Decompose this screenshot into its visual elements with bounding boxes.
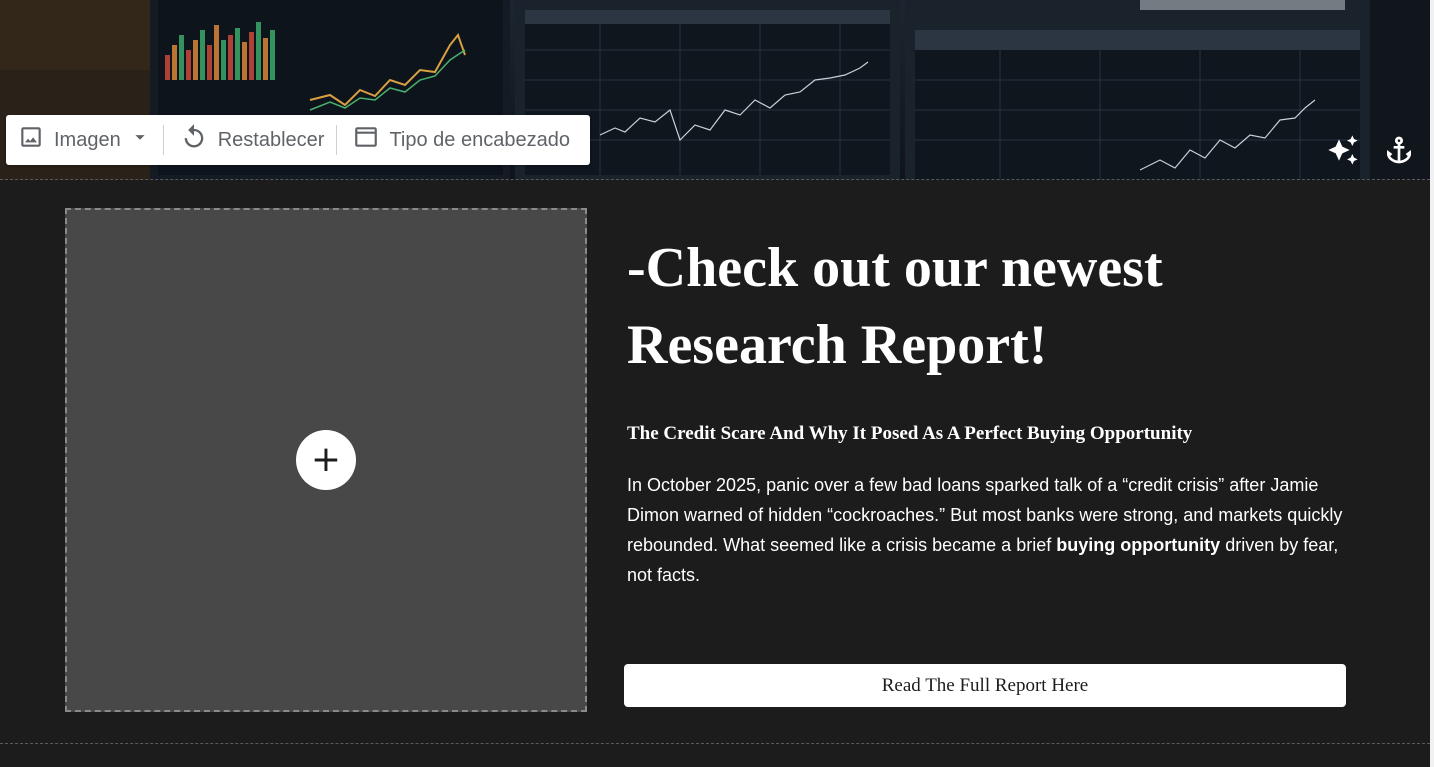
anchor-icon[interactable] (1383, 134, 1415, 166)
page-edge (1430, 0, 1434, 767)
banner-divider (0, 179, 1430, 180)
add-image-button[interactable]: + (296, 430, 356, 490)
report-subtitle: The Credit Scare And Why It Posed As A P… (627, 423, 1193, 444)
image-menu-label: Imagen (54, 128, 121, 151)
image-menu-button[interactable]: Imagen (6, 115, 163, 165)
read-report-button[interactable]: Read The Full Report Here (624, 664, 1346, 707)
image-toolbar: Imagen Restablecer Tipo de encabezado (6, 115, 590, 165)
read-report-label: Read The Full Report Here (881, 674, 1089, 696)
description-bold-text: buying opportunity (1056, 535, 1221, 555)
reset-button[interactable]: Restablecer (164, 115, 337, 165)
section-divider (0, 743, 1430, 744)
page-title: -Check out our newest Research Report! (627, 237, 1163, 376)
report-description: In October 2025, panic over a few bad lo… (627, 470, 1347, 590)
reset-label: Restablecer (217, 128, 325, 151)
plus-icon: + (310, 439, 342, 480)
image-icon (18, 124, 44, 156)
header-type-icon (353, 124, 379, 156)
dropdown-arrow-icon (129, 126, 151, 154)
reset-icon (180, 123, 208, 157)
sparkle-icon[interactable] (1327, 134, 1359, 166)
header-type-button[interactable]: Tipo de encabezado (337, 115, 582, 165)
header-type-label: Tipo de encabezado (389, 128, 570, 151)
